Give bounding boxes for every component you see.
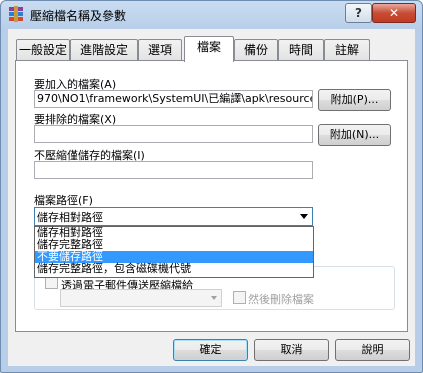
files-to-exclude-input[interactable] [34, 125, 313, 143]
file-paths-label: 檔案路徑(F) [34, 194, 93, 207]
title-bar[interactable]: 壓縮檔名稱及參數 ? ✕ [1, 1, 422, 28]
chevron-down-icon [211, 296, 217, 300]
title-help-button[interactable]: ? [345, 3, 372, 23]
file-paths-dropdown-list: 儲存相對路徑 儲存完整路徑 不要儲存路徑 儲存完整路徑，包含磁碟機代號 [34, 226, 314, 278]
file-paths-select[interactable]: 儲存相對路徑 [34, 207, 313, 226]
add-excluded-files-button[interactable]: 附加(N)... [318, 124, 391, 146]
tab-time[interactable]: 時間 [278, 39, 324, 60]
add-files-button[interactable]: 附加(P)... [318, 89, 391, 111]
tab-general[interactable]: 一般設定 [16, 39, 70, 60]
help-button[interactable]: 說明 [335, 339, 410, 361]
tab-files[interactable]: 檔案 [184, 36, 234, 62]
ok-button[interactable]: 確定 [173, 339, 248, 361]
tab-backup[interactable]: 備份 [234, 39, 278, 60]
delete-after-checkbox[interactable] [233, 291, 246, 304]
cancel-button[interactable]: 取消 [254, 339, 329, 361]
winrar-app-icon [9, 6, 23, 22]
delete-after-label: 然後刪除檔案 [248, 293, 314, 306]
title-close-button[interactable]: ✕ [372, 3, 416, 23]
window-title: 壓縮檔名稱及參數 [30, 9, 127, 23]
chevron-down-icon[interactable] [300, 214, 308, 219]
files-to-add-input[interactable]: 970\NO1\framework\SystemUI\已編譯\apk\resou… [34, 90, 313, 108]
store-uncompressed-input[interactable] [34, 161, 313, 179]
dropdown-option-full-path-with-drive[interactable]: 儲存完整路徑，包含磁碟機代號 [35, 263, 313, 275]
tab-advanced[interactable]: 進階設定 [70, 39, 138, 60]
dialog-window: 壓縮檔名稱及參數 ? ✕ 一般設定 進階設定 選項 檔案 備份 時間 註解 要加… [0, 0, 423, 373]
tab-comment[interactable]: 註解 [324, 39, 370, 60]
file-paths-selected-value: 儲存相對路徑 [37, 211, 103, 224]
email-recipient-select[interactable] [60, 289, 222, 307]
tab-options[interactable]: 選項 [138, 39, 182, 60]
